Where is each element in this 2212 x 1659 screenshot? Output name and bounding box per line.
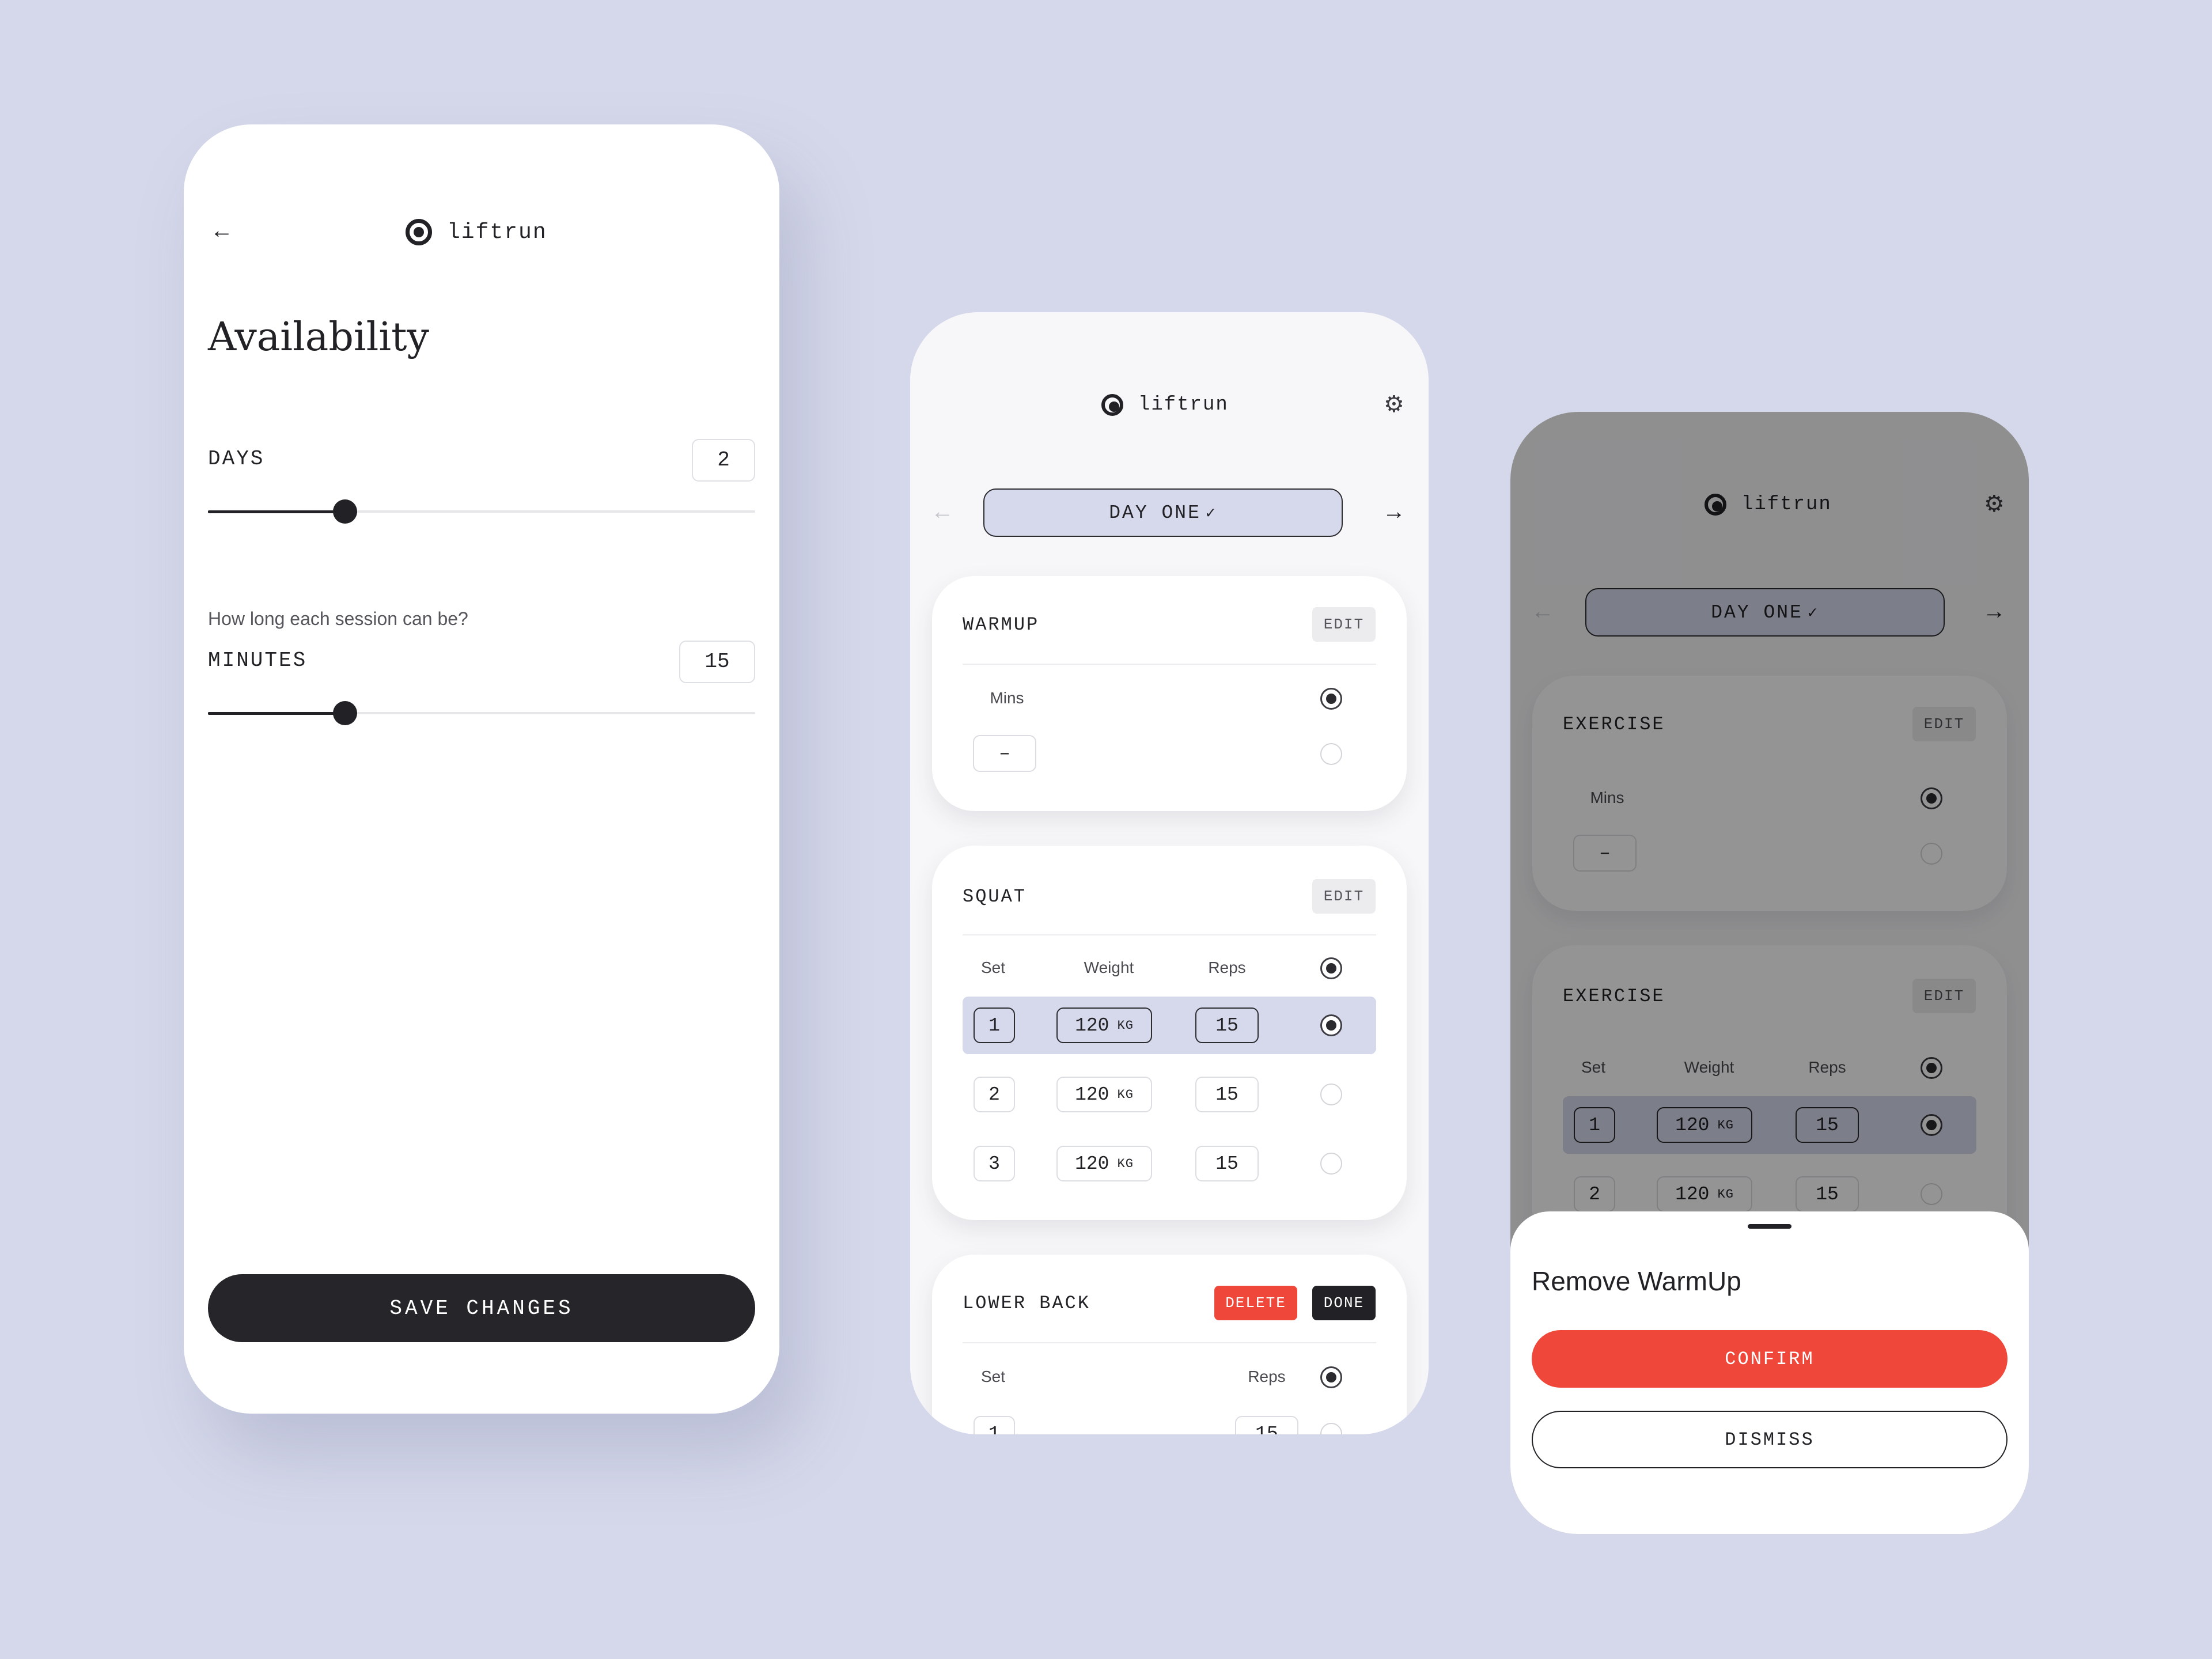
session-question: How long each session can be? [208,608,468,629]
minutes-slider-thumb[interactable] [333,701,357,725]
logo-ring-icon [1101,394,1123,416]
radio-row-2[interactable] [1320,1084,1342,1105]
back-arrow-icon[interactable]: ← [210,219,233,242]
card-title: LOWER BACK [963,1293,1091,1314]
day-label: DAY ONE [1109,502,1201,524]
card-title: SQUAT [963,886,1027,907]
column-header-reps: Reps [1208,959,1246,976]
squat-card: SQUAT EDIT Set Weight Reps 1 120 KG 15 2 … [932,846,1407,1220]
reps-cell[interactable]: 15 [1195,1007,1259,1043]
dismiss-button[interactable]: DISMISS [1532,1411,2008,1468]
reps-cell[interactable]: 15 [1195,1146,1259,1181]
remove-modal-screen: liftrun ⚙ ← DAY ONE ✓ → EXERCISE EDIT Mi… [1510,412,2029,1534]
weight-unit: KG [1117,1087,1134,1102]
card-title: WARMUP [963,614,1040,635]
days-slider-fill [208,510,345,513]
radio-row-1[interactable] [1320,1014,1342,1036]
reps-cell[interactable]: 15 [1195,1077,1259,1112]
reps-cell[interactable]: 15 [1235,1416,1298,1434]
save-changes-button[interactable]: SAVE CHANGES [208,1274,755,1342]
app-logo: liftrun [1101,394,1229,416]
workout-day-screen: liftrun ⚙ ← DAY ONE ✓ → WARMUP EDIT Mins… [910,312,1429,1434]
set-cell[interactable]: 1 [974,1416,1015,1434]
weight-cell[interactable]: 120 KG [1056,1146,1152,1181]
minutes-slider-fill [208,712,345,715]
brand-name: liftrun [447,219,547,245]
days-slider-thumb[interactable] [333,499,357,524]
days-label: DAYS [208,447,265,471]
column-header-reps: Reps [1248,1368,1286,1385]
set-cell[interactable]: 2 [974,1077,1015,1112]
sheet-handle[interactable] [1748,1224,1791,1229]
set-cell[interactable]: 3 [974,1146,1015,1181]
weight-cell[interactable]: 120 KG [1056,1007,1152,1043]
divider [963,934,1376,935]
weight-cell[interactable]: 120 KG [1056,1077,1152,1112]
set-cell[interactable]: 1 [974,1007,1015,1043]
column-header-set: Set [980,1368,1006,1385]
chevron-left-icon[interactable]: ← [931,500,954,523]
mins-label: Mins [990,689,1024,707]
radio-row-3[interactable] [1320,1153,1342,1175]
minutes-value[interactable]: 15 [679,641,755,683]
minutes-label: MINUTES [208,649,308,672]
bottom-sheet: Remove WarmUp CONFIRM DISMISS [1510,1211,2029,1534]
column-header-set: Set [980,959,1006,976]
edit-button[interactable]: EDIT [1312,607,1376,642]
divider [963,1342,1376,1343]
weight-value: 120 [1075,1153,1109,1175]
brand-name: liftrun [1138,394,1229,416]
weight-value: 120 [1075,1084,1109,1105]
divider [963,664,1376,665]
gear-icon[interactable]: ⚙ [1384,393,1404,416]
app-logo: liftrun [406,219,547,245]
mins-input[interactable]: – [973,735,1036,772]
delete-button[interactable]: DELETE [1214,1286,1297,1320]
radio-mins[interactable] [1320,688,1342,710]
page-title: Availability [208,315,429,360]
done-button[interactable]: DONE [1312,1286,1376,1320]
weight-unit: KG [1117,1018,1134,1033]
confirm-button[interactable]: CONFIRM [1532,1330,2008,1388]
radio-row-1[interactable] [1320,1423,1342,1434]
radio-option[interactable] [1320,743,1342,765]
table-row-selected-bg [963,997,1376,1054]
availability-screen: ← liftrun Availability DAYS 2 How long e… [184,124,779,1414]
edit-button[interactable]: EDIT [1312,879,1376,914]
sheet-title: Remove WarmUp [1532,1266,1741,1296]
column-header-weight: Weight [1084,959,1134,976]
radio-header[interactable] [1320,957,1342,979]
logo-ring-icon [406,219,432,245]
check-icon: ✓ [1205,505,1217,523]
arrow-right-icon[interactable]: → [1382,500,1406,523]
days-value[interactable]: 2 [692,439,755,482]
radio-header[interactable] [1320,1366,1342,1388]
day-selector[interactable]: DAY ONE ✓ [983,488,1343,537]
warmup-card: WARMUP EDIT Mins – [932,576,1407,811]
weight-value: 120 [1075,1014,1109,1036]
weight-unit: KG [1117,1156,1134,1171]
lower-back-card: LOWER BACK DELETE DONE Set Reps 1 15 [932,1255,1407,1434]
